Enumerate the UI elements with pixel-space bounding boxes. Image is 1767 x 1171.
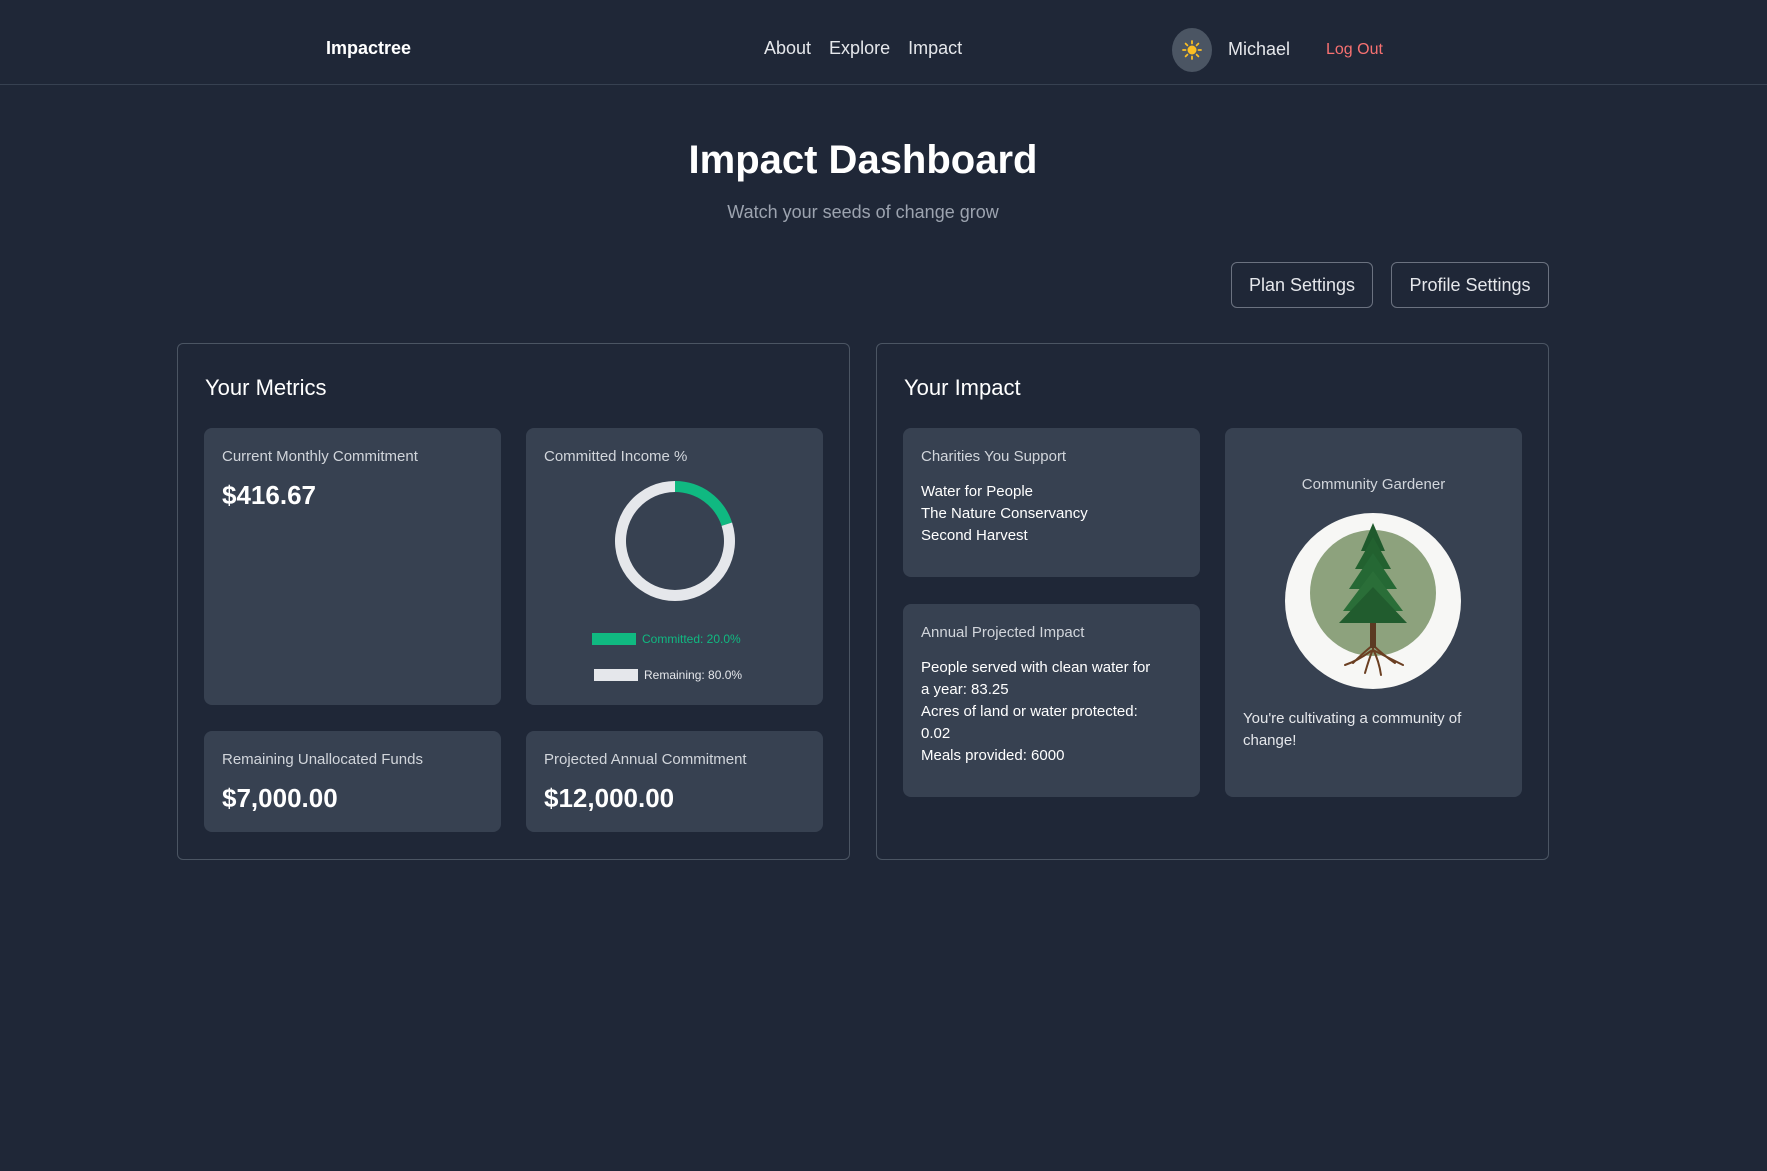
nav-links: About Explore Impact [764, 38, 962, 59]
impact-line: 0.02 [921, 725, 951, 742]
monthly-commitment-value: $416.67 [222, 480, 316, 510]
committed-income-card: Committed Income % Committed: 20.0% Rema… [526, 428, 823, 705]
charities-card: Charities You Support Water for People T… [903, 428, 1200, 577]
metrics-title: Your Metrics [205, 375, 327, 400]
user-name: Michael [1228, 39, 1291, 59]
profile-settings-button[interactable]: Profile Settings [1391, 262, 1549, 308]
brand-logo[interactable]: Impactree [326, 38, 411, 59]
nav-link-about[interactable]: About [764, 38, 811, 59]
legend-committed-label: Committed: 20.0% [642, 632, 741, 646]
impact-line: People served with clean water for [921, 659, 1151, 676]
page-subtitle: Watch your seeds of change grow [727, 202, 999, 222]
unallocated-funds-value: $7,000.00 [222, 783, 338, 813]
impact-line: Acres of land or water protected: [921, 703, 1138, 720]
unallocated-funds-card: Remaining Unallocated Funds $7,000.00 [204, 731, 501, 832]
charity-item: The Nature Conservancy [921, 505, 1088, 522]
impact-line: a year: 83.25 [921, 681, 1009, 698]
annual-commitment-card: Projected Annual Commitment $12,000.00 [526, 731, 823, 832]
tree-badge-image [1285, 513, 1461, 689]
charity-item: Water for People [921, 483, 1033, 500]
monthly-commitment-card: Current Monthly Commitment $416.67 [204, 428, 501, 705]
impact-line: Meals provided: 6000 [921, 747, 1065, 764]
top-nav: Impactree About Explore Impact Michael L… [0, 0, 1767, 85]
annual-impact-label: Annual Projected Impact [921, 624, 1085, 641]
legend-remaining: Remaining: 80.0% [594, 668, 742, 682]
theme-toggle-button[interactable] [1172, 28, 1212, 72]
committed-income-donut-chart [615, 481, 735, 601]
charity-item: Second Harvest [921, 527, 1028, 544]
charity-list: Water for People The Nature Conservancy … [921, 481, 1088, 547]
legend-remaining-label: Remaining: 80.0% [644, 668, 743, 682]
nav-link-impact[interactable]: Impact [908, 38, 962, 59]
impact-title: Your Impact [904, 375, 1021, 400]
donut-slice-committed [675, 481, 733, 526]
nav-link-explore[interactable]: Explore [829, 38, 890, 59]
sun-icon [1182, 40, 1202, 60]
annual-impact-list: People served with clean water for a yea… [921, 657, 1150, 767]
impact-panel: Your Impact Charities You Support Water … [876, 343, 1549, 860]
tree-icon [1310, 523, 1436, 676]
page-title: Impact Dashboard [688, 138, 1038, 182]
charities-label: Charities You Support [921, 448, 1067, 465]
annual-commitment-value: $12,000.00 [544, 783, 675, 813]
annual-impact-card: Annual Projected Impact People served wi… [903, 604, 1200, 797]
badge-title: Community Gardener [1301, 476, 1446, 493]
legend-committed-swatch [592, 633, 636, 645]
logout-link[interactable]: Log Out [1326, 41, 1383, 59]
legend-remaining-swatch [594, 669, 638, 681]
metrics-panel: Your Metrics Current Monthly Commitment … [177, 343, 850, 860]
monthly-commitment-label: Current Monthly Commitment [222, 448, 418, 465]
annual-commitment-label: Projected Annual Commitment [544, 751, 747, 768]
legend-committed: Committed: 20.0% [592, 632, 741, 646]
badge-card: Community Gardener You're cultivating a … [1225, 428, 1522, 797]
committed-income-label: Committed Income % [544, 448, 688, 465]
plan-settings-button[interactable]: Plan Settings [1231, 262, 1373, 308]
badge-message: You're cultivating a community of change… [1243, 710, 1462, 749]
unallocated-funds-label: Remaining Unallocated Funds [222, 751, 423, 768]
